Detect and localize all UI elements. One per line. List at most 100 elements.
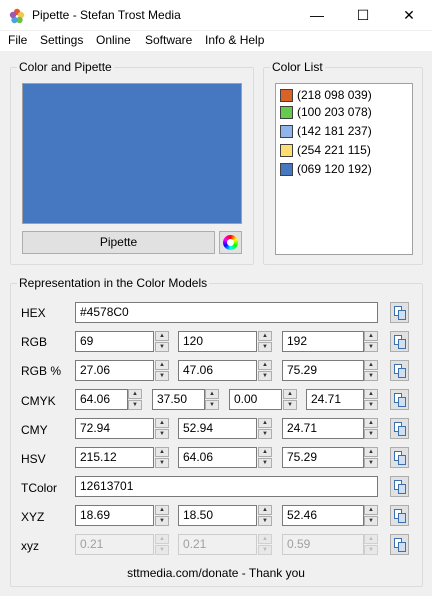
spin-up-icon[interactable]: ▲ <box>155 418 169 428</box>
xyz-x-field[interactable]: 18.69 <box>75 505 154 526</box>
spin-up-icon[interactable]: ▲ <box>128 389 142 399</box>
spin-up-icon[interactable]: ▲ <box>258 360 272 370</box>
spin-down-icon[interactable]: ▼ <box>128 400 142 410</box>
rgb-percent-r-field[interactable]: 27.06 <box>75 360 154 381</box>
color-wheel-button[interactable] <box>219 231 242 254</box>
spin-up-icon[interactable]: ▲ <box>155 447 169 457</box>
copy-xyz-button[interactable] <box>390 505 409 526</box>
copy-cmy-button[interactable] <box>390 418 409 439</box>
cmy-y-field[interactable]: 24.71 <box>282 418 364 439</box>
xyz-y-spinner[interactable]: ▲ ▼ <box>258 505 272 526</box>
tcolor-field[interactable]: 12613701 <box>75 476 378 497</box>
copy-rgb-percent-button[interactable] <box>390 360 409 381</box>
maximize-button[interactable]: ☐ <box>340 0 386 31</box>
rgb-percent-g-spinner[interactable]: ▲ ▼ <box>258 360 272 381</box>
cmyk-y-spinner[interactable]: ▲ ▼ <box>283 389 297 410</box>
rgb-percent-b-spinner[interactable]: ▲ ▼ <box>364 360 378 381</box>
spin-up-icon[interactable]: ▲ <box>258 447 272 457</box>
spin-down-icon[interactable]: ▼ <box>258 371 272 381</box>
spin-down-icon[interactable]: ▼ <box>258 516 272 526</box>
spin-down-icon[interactable]: ▼ <box>258 429 272 439</box>
spin-down-icon[interactable]: ▼ <box>155 458 169 468</box>
cmyk-c-spinner[interactable]: ▲ ▼ <box>128 389 142 410</box>
spin-up-icon[interactable]: ▲ <box>364 447 378 457</box>
spin-up-icon[interactable]: ▲ <box>155 331 169 341</box>
spin-down-icon[interactable]: ▼ <box>364 458 378 468</box>
hsv-s-spinner[interactable]: ▲ ▼ <box>258 447 272 468</box>
xyz-x-spinner[interactable]: ▲ ▼ <box>155 505 169 526</box>
spin-down-icon[interactable]: ▼ <box>205 400 219 410</box>
spin-up-icon[interactable]: ▲ <box>258 418 272 428</box>
rgb-g-spinner[interactable]: ▲ ▼ <box>258 331 272 352</box>
xyz-z-spinner[interactable]: ▲ ▼ <box>364 505 378 526</box>
color-list[interactable]: (218 098 039) (100 203 078) (142 181 237… <box>275 83 413 255</box>
copy-rgb-button[interactable] <box>390 331 409 352</box>
menu-online[interactable]: Online <box>96 33 131 47</box>
rgb-b-field[interactable]: 192 <box>282 331 364 352</box>
spin-down-icon[interactable]: ▼ <box>155 371 169 381</box>
rgb-percent-r-spinner[interactable]: ▲ ▼ <box>155 360 169 381</box>
close-button[interactable]: ✕ <box>386 0 432 31</box>
copy-xyz-small-button[interactable] <box>390 534 409 555</box>
spin-up-icon[interactable]: ▲ <box>364 389 378 399</box>
copy-hex-button[interactable] <box>390 302 409 323</box>
spin-up-icon[interactable]: ▲ <box>258 331 272 341</box>
cmyk-m-field[interactable]: 37.50 <box>152 389 205 410</box>
spin-up-icon[interactable]: ▲ <box>364 505 378 515</box>
xyz-y-field[interactable]: 18.50 <box>178 505 257 526</box>
spin-up-icon[interactable]: ▲ <box>283 389 297 399</box>
menu-settings[interactable]: Settings <box>40 33 83 47</box>
cmy-m-spinner[interactable]: ▲ ▼ <box>258 418 272 439</box>
cmyk-k-field[interactable]: 24.71 <box>306 389 364 410</box>
rgb-percent-g-field[interactable]: 47.06 <box>178 360 257 381</box>
rgb-percent-b-field[interactable]: 75.29 <box>282 360 364 381</box>
cmyk-m-spinner[interactable]: ▲ ▼ <box>205 389 219 410</box>
spin-down-icon[interactable]: ▼ <box>364 516 378 526</box>
rgb-g-field[interactable]: 120 <box>178 331 257 352</box>
list-item-label: (218 098 039) <box>297 88 372 102</box>
spin-down-icon[interactable]: ▼ <box>155 429 169 439</box>
hsv-h-field[interactable]: 215.12 <box>75 447 154 468</box>
rgb-b-spinner[interactable]: ▲ ▼ <box>364 331 378 352</box>
rgb-r-field[interactable]: 69 <box>75 331 154 352</box>
cmy-c-field[interactable]: 72.94 <box>75 418 154 439</box>
minimize-button[interactable]: — <box>294 0 340 31</box>
cmy-y-spinner[interactable]: ▲ ▼ <box>364 418 378 439</box>
menu-file[interactable]: File <box>8 33 27 47</box>
spin-up-icon[interactable]: ▲ <box>364 360 378 370</box>
cmyk-y-field[interactable]: 0.00 <box>229 389 282 410</box>
spin-down-icon[interactable]: ▼ <box>364 371 378 381</box>
donate-link[interactable]: sttmedia.com/donate - Thank you <box>0 566 432 580</box>
cmy-m-field[interactable]: 52.94 <box>178 418 257 439</box>
spin-down-icon[interactable]: ▼ <box>283 400 297 410</box>
hsv-v-spinner[interactable]: ▲ ▼ <box>364 447 378 468</box>
spin-up-icon[interactable]: ▲ <box>258 505 272 515</box>
spin-down-icon[interactable]: ▼ <box>155 342 169 352</box>
spin-up-icon[interactable]: ▲ <box>205 389 219 399</box>
copy-hsv-button[interactable] <box>390 447 409 468</box>
hsv-h-spinner[interactable]: ▲ ▼ <box>155 447 169 468</box>
copy-tcolor-button[interactable] <box>390 476 409 497</box>
spin-down-icon[interactable]: ▼ <box>364 342 378 352</box>
spin-up-icon[interactable]: ▲ <box>155 360 169 370</box>
cmyk-k-spinner[interactable]: ▲ ▼ <box>364 389 378 410</box>
cmyk-c-field[interactable]: 64.06 <box>75 389 128 410</box>
hsv-v-field[interactable]: 75.29 <box>282 447 364 468</box>
spin-down-icon[interactable]: ▼ <box>364 429 378 439</box>
spin-down-icon[interactable]: ▼ <box>364 400 378 410</box>
menu-software[interactable]: Software <box>145 33 192 47</box>
spin-up-icon[interactable]: ▲ <box>364 418 378 428</box>
spin-up-icon[interactable]: ▲ <box>364 331 378 341</box>
copy-cmyk-button[interactable] <box>390 389 409 410</box>
xyz-z-field[interactable]: 52.46 <box>282 505 364 526</box>
rgb-r-spinner[interactable]: ▲ ▼ <box>155 331 169 352</box>
menu-info-help[interactable]: Info & Help <box>205 33 264 47</box>
cmy-c-spinner[interactable]: ▲ ▼ <box>155 418 169 439</box>
spin-up-icon[interactable]: ▲ <box>155 505 169 515</box>
hsv-s-field[interactable]: 64.06 <box>178 447 257 468</box>
spin-down-icon[interactable]: ▼ <box>258 458 272 468</box>
pipette-button[interactable]: Pipette <box>22 231 215 254</box>
spin-down-icon[interactable]: ▼ <box>258 342 272 352</box>
spin-down-icon[interactable]: ▼ <box>155 516 169 526</box>
hex-field[interactable]: #4578C0 <box>75 302 378 323</box>
